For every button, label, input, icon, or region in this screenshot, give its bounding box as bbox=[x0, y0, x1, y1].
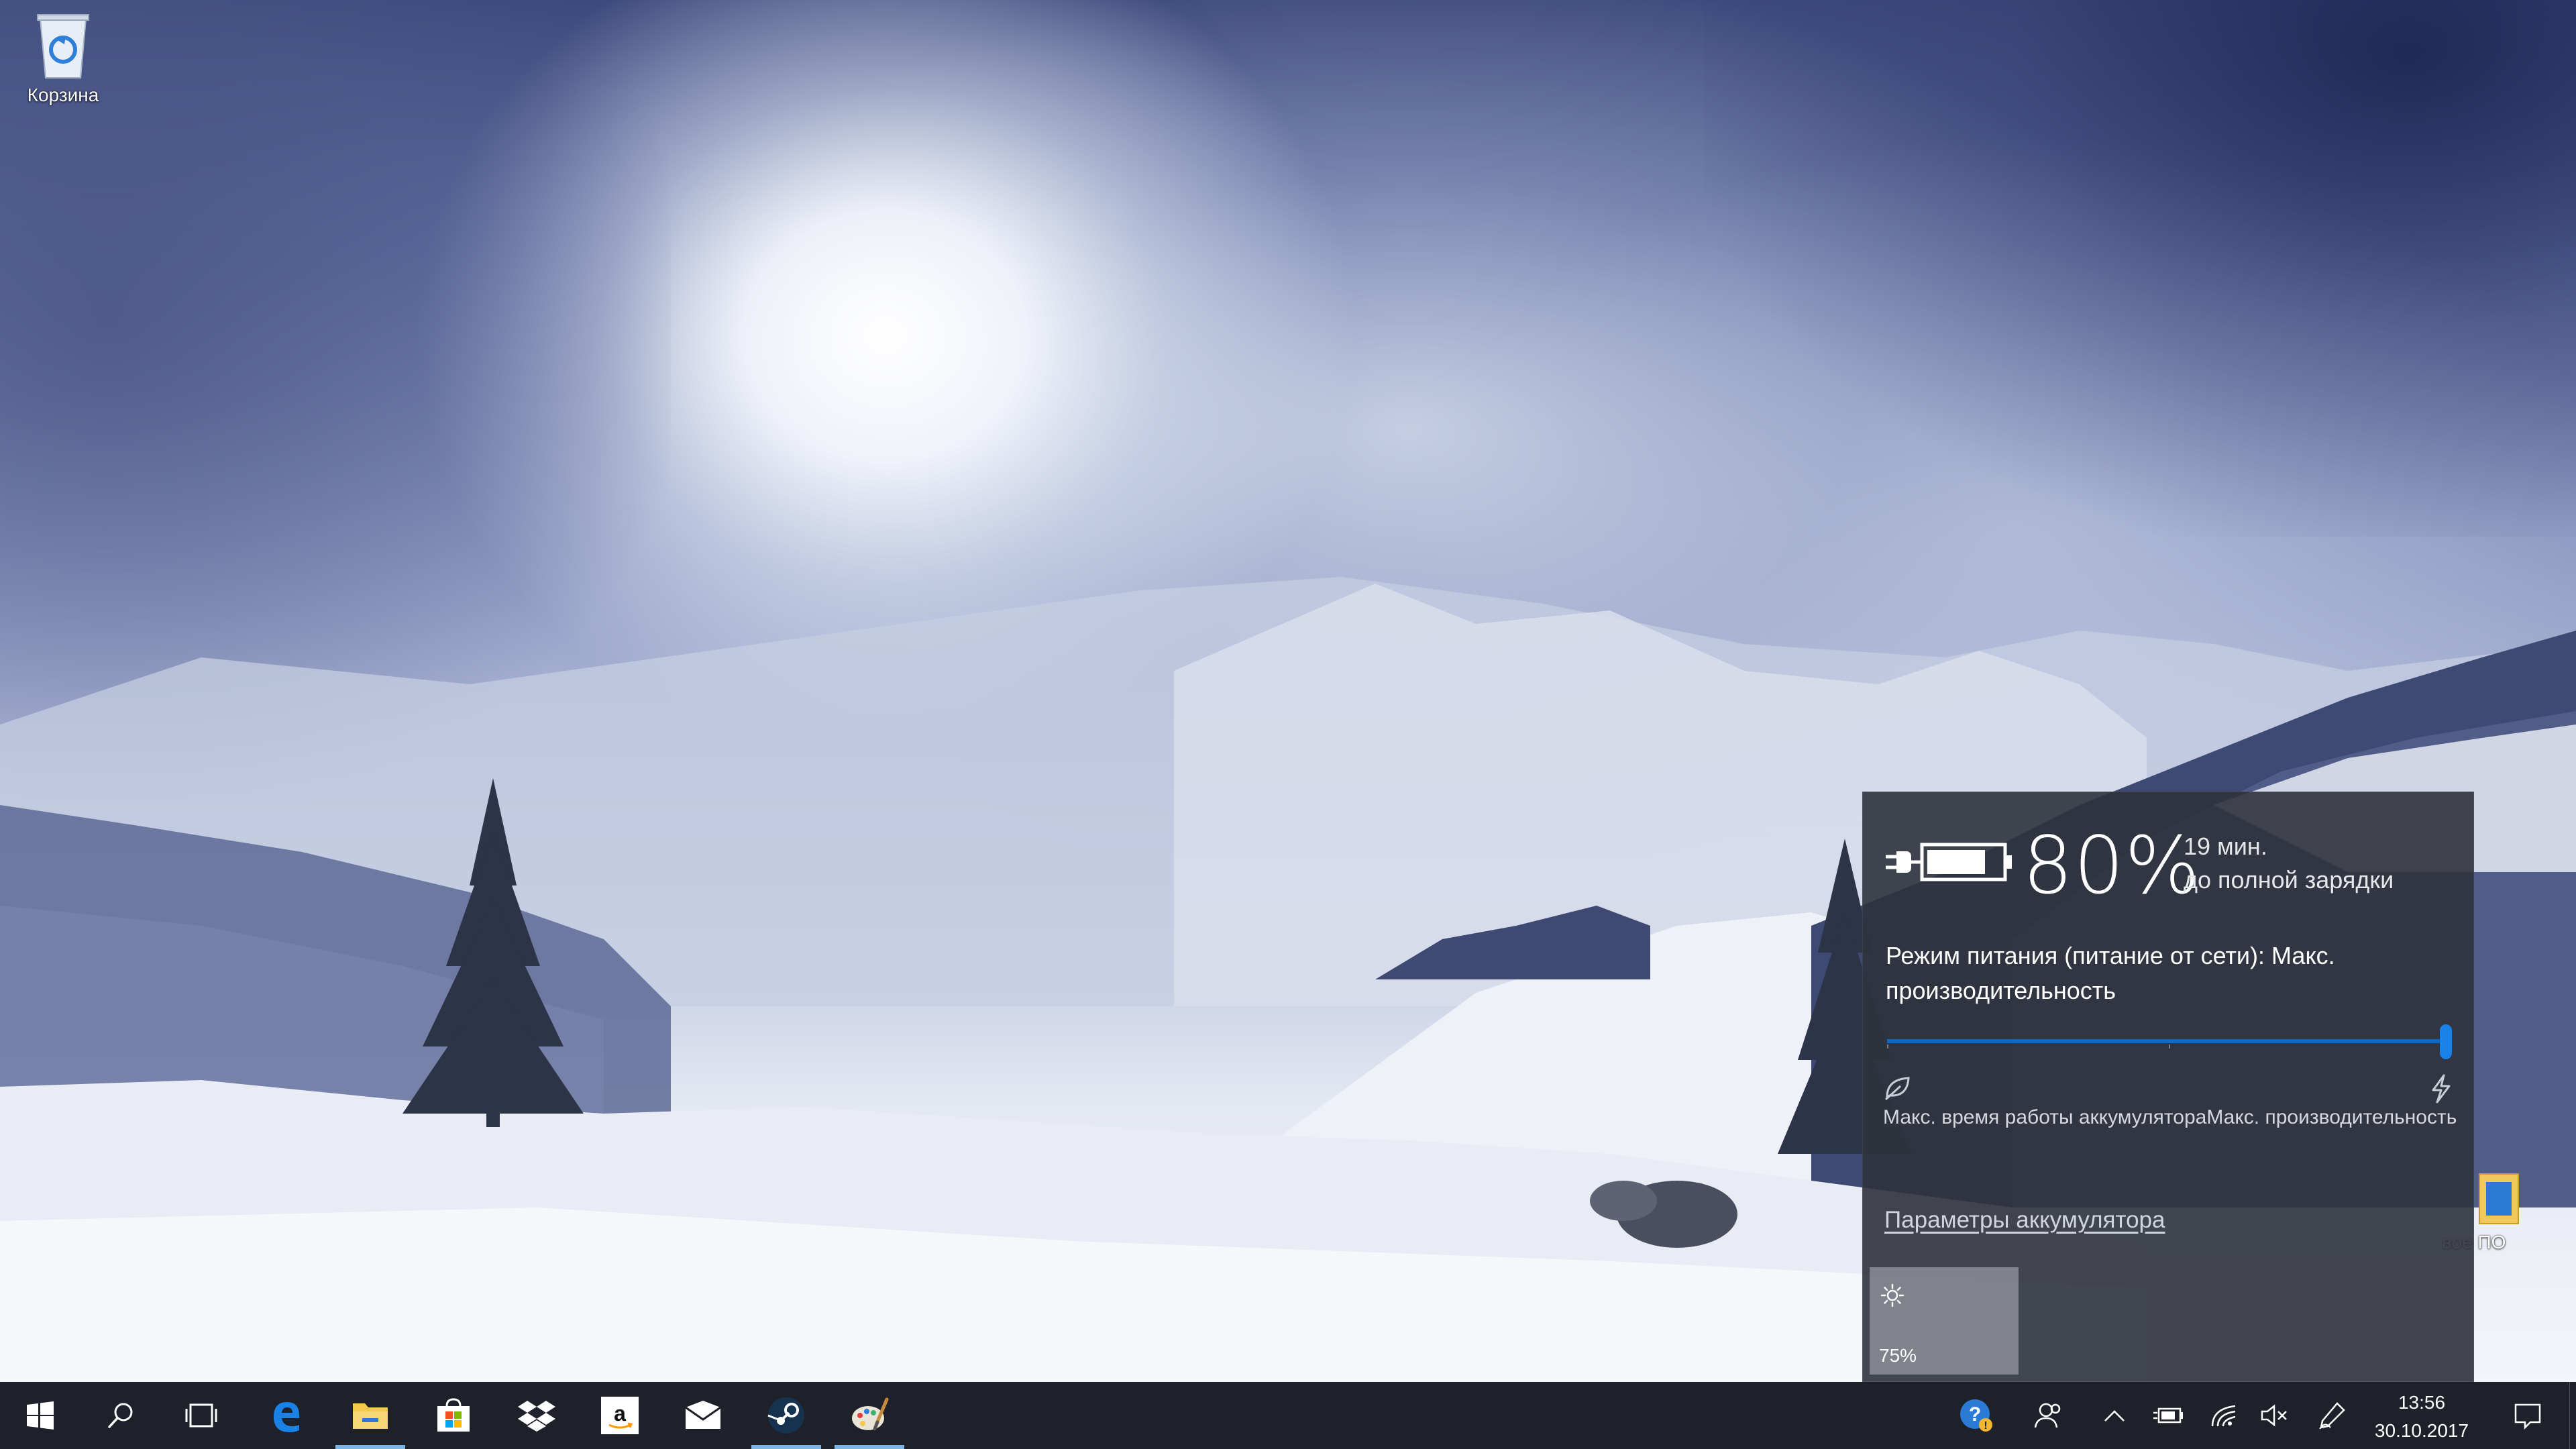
show-hidden-icons-button[interactable] bbox=[2088, 1382, 2141, 1449]
mail-icon bbox=[685, 1401, 721, 1429]
help-icon: ? ! bbox=[1960, 1399, 1992, 1432]
battery-charging-icon bbox=[1886, 843, 2012, 881]
time-remaining-caption: до полной зарядки bbox=[2184, 866, 2394, 894]
amazon-button[interactable]: a bbox=[580, 1382, 660, 1449]
pen-icon bbox=[2319, 1402, 2345, 1430]
battery-charging-icon bbox=[2153, 1407, 2183, 1424]
file-explorer-button[interactable] bbox=[330, 1382, 411, 1449]
battery-percent: 80% bbox=[2023, 819, 2201, 912]
show-desktop-button[interactable] bbox=[2569, 1382, 2576, 1449]
store-button[interactable] bbox=[413, 1382, 494, 1449]
svg-text:!: ! bbox=[1984, 1420, 1987, 1432]
amazon-icon: a bbox=[601, 1397, 639, 1434]
pen-workspace-button[interactable] bbox=[2305, 1382, 2359, 1449]
power-mode-slider[interactable] bbox=[1887, 1014, 2457, 1067]
wifi-icon bbox=[2211, 1405, 2236, 1427]
brightness-icon bbox=[1880, 1283, 1904, 1307]
slider-thumb[interactable] bbox=[2440, 1024, 2452, 1059]
people-icon bbox=[2034, 1403, 2061, 1428]
task-view-icon bbox=[185, 1403, 217, 1428]
start-button[interactable] bbox=[0, 1382, 80, 1449]
folder-icon bbox=[2479, 1173, 2519, 1224]
brightness-quick-action[interactable]: 75% bbox=[1870, 1267, 2019, 1375]
paint-icon bbox=[852, 1397, 889, 1431]
steam-icon bbox=[767, 1397, 804, 1434]
battery-time-remaining: 19 мин. до полной зарядки bbox=[2184, 830, 2394, 897]
slider-rail bbox=[1887, 1039, 2447, 1043]
people-tray-button[interactable] bbox=[2021, 1382, 2074, 1449]
svg-text:a: a bbox=[614, 1401, 626, 1426]
performance-bolt-icon bbox=[2432, 1074, 2451, 1104]
svg-text:?: ? bbox=[1969, 1403, 1981, 1426]
chevron-up-icon bbox=[2104, 1410, 2125, 1421]
slider-right-label: Макс. производительность bbox=[2206, 1106, 2457, 1128]
help-tray-button[interactable]: ? ! bbox=[1949, 1382, 2003, 1449]
power-mode-icons bbox=[1883, 1074, 2453, 1108]
mail-button[interactable] bbox=[663, 1382, 743, 1449]
desktop-icon-recycle-bin[interactable]: Корзина bbox=[0, 7, 130, 106]
edge-button[interactable] bbox=[246, 1382, 326, 1449]
steam-button[interactable] bbox=[746, 1382, 826, 1449]
power-mode-label: Режим питания (питание от сети): Макс. п… bbox=[1886, 942, 2335, 1004]
clock-time: 13:56 bbox=[2398, 1392, 2446, 1413]
action-center-icon bbox=[2514, 1403, 2541, 1430]
battery-saver-leaf-icon bbox=[1884, 1077, 1910, 1101]
battery-status-row: 80% 19 мин. до полной зарядки bbox=[1883, 812, 2460, 906]
battery-fill-level bbox=[1927, 850, 1985, 874]
slider-tick bbox=[2169, 1044, 2170, 1049]
recycle-bin-icon bbox=[37, 14, 89, 78]
task-view-button[interactable] bbox=[161, 1382, 241, 1449]
taskbar-clock[interactable]: 13:56 30.10.2017 bbox=[2368, 1389, 2475, 1445]
volume-tray-button[interactable] bbox=[2247, 1382, 2301, 1449]
windows-logo-icon bbox=[27, 1401, 54, 1430]
action-center-button[interactable] bbox=[2494, 1382, 2561, 1449]
power-mode-scale-labels: Макс. время работы аккумулятораМакс. про… bbox=[1883, 1106, 2460, 1129]
battery-tray-button[interactable] bbox=[2141, 1382, 2195, 1449]
slider-tick bbox=[1887, 1044, 1888, 1049]
search-icon bbox=[108, 1403, 133, 1428]
search-button[interactable] bbox=[80, 1382, 161, 1449]
taskbar: a ? ! 13:56 30.10.2017 bbox=[0, 1382, 2576, 1449]
edge-icon bbox=[274, 1402, 299, 1432]
battery-settings-link[interactable]: Параметры аккумулятора bbox=[1884, 1207, 2165, 1234]
dropbox-button[interactable] bbox=[496, 1382, 577, 1449]
brightness-value: 75% bbox=[1879, 1345, 1917, 1366]
dropbox-icon bbox=[518, 1401, 555, 1432]
battery-flyout: 80% 19 мин. до полной зарядки Режим пита… bbox=[1862, 792, 2474, 1382]
clock-date: 30.10.2017 bbox=[2374, 1420, 2469, 1441]
folder-icon bbox=[353, 1403, 388, 1429]
time-remaining-value: 19 мин. bbox=[2184, 833, 2267, 860]
volume-muted-icon bbox=[2261, 1404, 2287, 1427]
store-icon bbox=[437, 1398, 470, 1432]
slider-left-label: Макс. время работы аккумулятора bbox=[1883, 1106, 2207, 1128]
paint-button[interactable] bbox=[829, 1382, 910, 1449]
network-tray-button[interactable] bbox=[2198, 1382, 2251, 1449]
recycle-bin-label: Корзина bbox=[27, 85, 99, 105]
